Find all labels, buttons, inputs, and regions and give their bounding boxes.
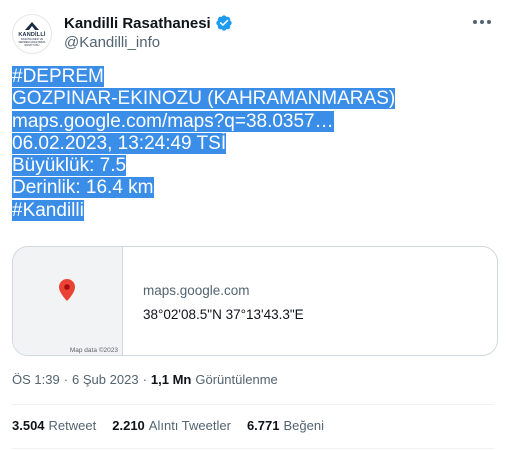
tweet-depth: Derinlik: 16.4 km	[12, 177, 154, 199]
display-name[interactable]: Kandilli Rasathanesi	[64, 15, 211, 32]
meta-separator: ·	[63, 372, 69, 387]
card-domain: maps.google.com	[143, 283, 250, 298]
quotes-label: Alıntı Tweetler	[148, 418, 231, 433]
map-link[interactable]: maps.google.com/maps?q=38.0357…	[12, 110, 334, 132]
card-body: maps.google.com 38°02'08.5"N 37°13'43.3"…	[123, 247, 304, 355]
engagement-stats: 3.504 Retweet 2.210 Alıntı Tweetler 6.771 B…	[12, 418, 340, 433]
retweets-count: 3.504	[12, 418, 45, 433]
views-count[interactable]: 1,1 Mn	[151, 372, 191, 387]
more-options-icon	[473, 20, 491, 24]
likes-count: 6.771	[246, 418, 280, 433]
quotes-count: 2.210	[112, 418, 145, 433]
tweet-text: #DEPREM GOZPINAR-EKINOZU (KAHRAMANMARAS)…	[12, 66, 482, 222]
divider	[12, 448, 494, 449]
link-preview-card[interactable]: Map data ©2023 maps.google.com 38°02'08.…	[12, 246, 498, 356]
quotes-stat[interactable]: 2.210 Alıntı Tweetler	[112, 418, 231, 433]
meta-separator: ·	[142, 372, 147, 387]
tweet-date[interactable]: 6 Şub 2023	[72, 372, 139, 387]
map-thumbnail[interactable]: Map data ©2023	[13, 247, 123, 355]
more-options-button[interactable]	[468, 12, 496, 32]
avatar-subtitle: RASATHANESİ VE DEPREM ARAŞTIRMA ENSTİTÜS…	[18, 38, 46, 47]
hashtag-kandilli[interactable]: #Kandilli	[12, 199, 84, 221]
handle[interactable]: @Kandilli_info	[64, 34, 160, 51]
retweets-stat[interactable]: 3.504 Retweet	[12, 418, 96, 433]
avatar[interactable]: KANDİLLİ RASATHANESİ VE DEPREM ARAŞTIRMA…	[12, 14, 52, 54]
hashtag-deprem[interactable]: #DEPREM	[12, 66, 104, 87]
tweet-location: GOZPINAR-EKINOZU (KAHRAMANMARAS)	[12, 88, 396, 110]
verified-badge-icon	[216, 15, 232, 31]
tweet-meta: ÖS 1:39 · 6 Şub 2023 · 1,1 Mn Görüntülen…	[12, 372, 278, 387]
tweet-time[interactable]: ÖS 1:39	[12, 372, 60, 387]
retweets-label: Retweet	[48, 418, 97, 433]
map-pin-icon	[59, 279, 75, 301]
likes-stat[interactable]: 6.771 Beğeni	[247, 418, 324, 433]
author-name-row[interactable]: Kandilli Rasathanesi	[64, 14, 233, 32]
card-coordinates: 38°02'08.5"N 37°13'43.3"E	[143, 307, 304, 322]
tweet-datetime: 06.02.2023, 13:24:49 TSİ	[12, 132, 227, 154]
divider	[12, 404, 494, 405]
observatory-logo-icon	[25, 22, 39, 30]
likes-label: Beğeni	[283, 418, 324, 433]
views-label: Görüntülenme	[195, 372, 278, 387]
map-credit: Map data ©2023	[69, 347, 118, 354]
tweet-magnitude: Büyüklük: 7.5	[12, 155, 127, 177]
